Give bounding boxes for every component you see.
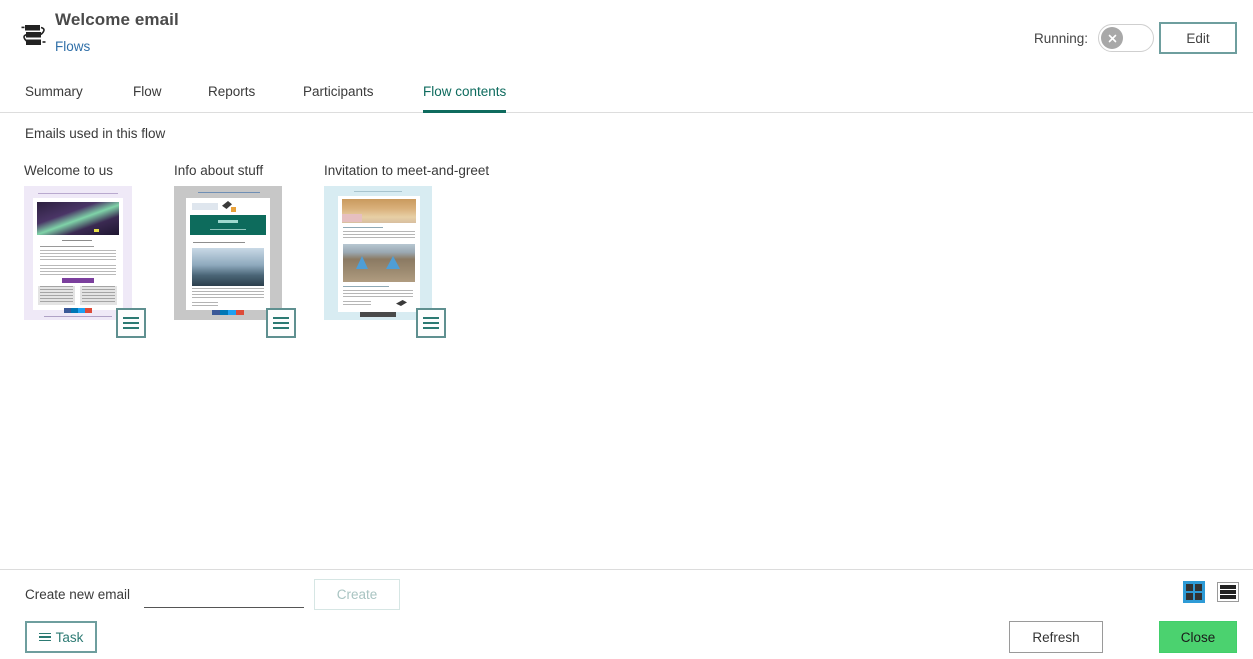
close-x-icon (1101, 27, 1123, 49)
tab-summary[interactable]: Summary (25, 76, 83, 113)
create-button[interactable]: Create (314, 579, 400, 610)
hamburger-menu-icon (123, 322, 139, 324)
email-thumbnail-preview (324, 186, 432, 320)
running-toggle-group: Running: (1034, 24, 1154, 52)
running-toggle[interactable] (1098, 24, 1154, 52)
email-card-menu-button[interactable] (266, 308, 296, 338)
email-thumbnail-preview (174, 186, 282, 320)
hamburger-menu-icon (423, 317, 439, 319)
email-thumbnail-wrap[interactable] (324, 186, 446, 338)
flow-sequence-icon (17, 20, 51, 54)
tab-flow[interactable]: Flow (133, 76, 162, 113)
hamburger-menu-icon (423, 327, 439, 329)
create-new-email-label: Create new email (25, 587, 131, 602)
footer-action-bar: Task Refresh Close (0, 617, 1253, 659)
email-card[interactable]: Invitation to meet-and-greet (324, 163, 490, 338)
page-header: Welcome email Flows Running: Edit (0, 0, 1253, 76)
email-thumbnail-wrap[interactable] (24, 186, 146, 338)
title-block: Welcome email Flows (55, 10, 179, 56)
flow-contents-body: Emails used in this flow Welcome to us I… (0, 113, 1253, 569)
close-button[interactable]: Close (1159, 621, 1237, 653)
email-card-list: Welcome to us Info about stuff Invitatio… (24, 163, 490, 338)
email-card[interactable]: Info about stuff (174, 163, 296, 338)
breadcrumb-flows-link[interactable]: Flows (55, 39, 90, 54)
email-card-title: Invitation to meet-and-greet (324, 163, 490, 178)
tab-participants[interactable]: Participants (303, 76, 374, 113)
tab-bar: Summary Flow Reports Participants Flow c… (0, 76, 1253, 113)
tab-reports[interactable]: Reports (208, 76, 255, 113)
email-card-title: Welcome to us (24, 163, 114, 178)
email-thumbnail-wrap[interactable] (174, 186, 296, 338)
hamburger-menu-icon (273, 322, 289, 324)
task-button[interactable]: Task (25, 621, 97, 653)
hamburger-menu-icon (423, 322, 439, 324)
flow-contents-page: Welcome email Flows Running: Edit Summar… (0, 0, 1253, 659)
email-thumbnail-preview (24, 186, 132, 320)
hamburger-menu-icon (123, 327, 139, 329)
task-button-label: Task (55, 629, 84, 645)
email-card-menu-button[interactable] (116, 308, 146, 338)
tab-flow-contents[interactable]: Flow contents (423, 76, 507, 113)
hamburger-menu-icon (123, 317, 139, 319)
create-email-input[interactable] (144, 582, 304, 608)
hamburger-menu-icon (273, 327, 289, 329)
page-title: Welcome email (55, 10, 179, 29)
refresh-button[interactable]: Refresh (1009, 621, 1103, 653)
grid-view-icon[interactable] (1183, 581, 1205, 603)
email-card-menu-button[interactable] (416, 308, 446, 338)
hamburger-menu-icon (273, 317, 289, 319)
email-card[interactable]: Welcome to us (24, 163, 146, 338)
hamburger-menu-icon (38, 632, 51, 642)
section-label: Emails used in this flow (25, 126, 166, 141)
list-view-icon[interactable] (1217, 582, 1239, 602)
email-card-title: Info about stuff (174, 163, 264, 178)
view-mode-switch (1183, 581, 1239, 603)
running-label: Running: (1033, 30, 1088, 46)
edit-button[interactable]: Edit (1159, 22, 1237, 54)
create-email-bar: Create new email Create (0, 569, 1253, 617)
